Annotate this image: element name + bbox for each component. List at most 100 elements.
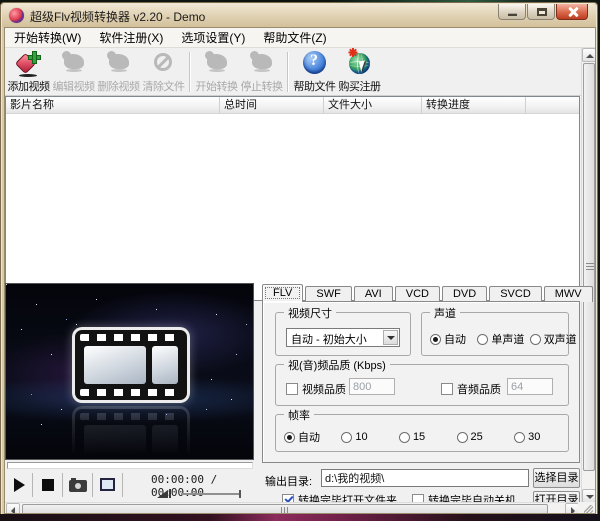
radio-channel-stereo[interactable]: 双声道 [530,331,577,347]
radio-fps-auto[interactable]: 自动 [284,429,320,445]
vertical-scrollbar[interactable] [581,48,595,503]
help-icon [302,50,328,77]
menu-register[interactable]: 软件注册(X) [90,28,172,48]
close-icon [568,7,578,17]
video-quality-checkbox[interactable]: 视频品质 [286,381,346,397]
menu-options[interactable]: 选项设置(Y) [172,28,254,48]
radio-icon [530,334,541,345]
tab-dvd[interactable]: DVD [442,286,487,302]
stop-button[interactable] [36,474,60,496]
play-button[interactable] [7,474,31,496]
column-header-duration[interactable]: 总时间 [220,97,324,114]
fullscreen-button[interactable] [96,474,120,496]
tab-mwv[interactable]: MWV [544,286,593,302]
radio-fps-25[interactable]: 25 [457,431,483,443]
tab-swf[interactable]: SWF [305,286,351,302]
player-controls: 00:00:00 / 00:00:00 [5,471,255,503]
radio-fps-25-label: 25 [471,431,483,443]
camera-icon [69,480,87,492]
delete-video-button[interactable]: 删除视频 [96,49,141,95]
channel-group: 声道 自动 单声道 双声道 [421,312,569,356]
menu-start-convert[interactable]: 开始转换(W) [5,28,90,48]
help-file-button[interactable]: 帮助文件 [292,49,337,95]
video-size-group-label: 视频尺寸 [284,305,336,321]
radio-channel-auto-label: 自动 [444,331,466,347]
radio-icon [457,432,468,443]
controls-separator [62,473,63,497]
start-convert-button[interactable]: 开始转换 [194,49,239,95]
seek-slider[interactable] [7,462,253,469]
volume-icon [157,490,168,498]
delete-video-label: 删除视频 [96,78,141,94]
snapshot-button[interactable] [66,474,90,496]
menu-help[interactable]: 帮助文件(Z) [254,28,335,48]
toolbar-separator [287,52,288,92]
buy-register-label: 购买注册 [337,78,382,94]
volume-slider[interactable] [181,493,241,495]
app-window: 超级Flv视频转换器 v2.20 - Demo 开始转换(W) 软件注册(X) … [0,2,598,516]
framerate-group: 帧率 自动 10 15 25 30 [275,414,569,452]
radio-channel-mono[interactable]: 单声道 [477,331,524,347]
column-header-size[interactable]: 文件大小 [324,97,422,114]
controls-separator [32,473,33,497]
maximize-button[interactable] [527,4,555,20]
help-file-label: 帮助文件 [292,78,337,94]
quality-group: 视(音)频品质 (Kbps) 视频品质 音频品质 [275,364,569,406]
checkbox-icon [441,383,453,395]
buy-register-button[interactable]: 购买注册 [337,49,382,95]
file-list-header: 影片名称 总时间 文件大小 转换进度 [6,97,579,114]
tab-flv[interactable]: FLV [262,284,303,302]
radio-fps-10[interactable]: 10 [341,431,367,443]
radio-icon [477,334,488,345]
scroll-up-button[interactable] [582,48,596,62]
video-preview [5,283,254,460]
tab-avi[interactable]: AVI [354,286,393,302]
minimize-button[interactable] [498,4,526,20]
edit-video-icon [61,50,87,77]
horizontal-scroll-thumb[interactable] [22,504,548,514]
column-header-name[interactable]: 影片名称 [6,97,220,114]
app-logo-icon [9,8,24,23]
tab-vcd[interactable]: VCD [395,286,440,302]
title-bar: 超级Flv视频转换器 v2.20 - Demo [2,4,596,27]
add-video-label: 添加视频 [6,78,51,94]
radio-icon [514,432,525,443]
chevron-down-icon [387,336,395,340]
format-tab-control: FLV SWF AVI VCD DVD SVCD MWV 视频尺寸 自动 - 初… [262,284,580,464]
close-button[interactable] [556,4,588,20]
checkbox-icon [286,383,298,395]
scroll-left-button[interactable] [6,503,20,514]
tab-svcd[interactable]: SVCD [489,286,542,302]
radio-fps-30[interactable]: 30 [514,431,540,443]
video-quality-input[interactable] [349,378,395,395]
video-size-group: 视频尺寸 自动 - 初始大小 [275,312,411,356]
column-header-progress[interactable]: 转换进度 [422,97,526,114]
video-size-dropdown[interactable]: 自动 - 初始大小 [286,328,400,347]
horizontal-scrollbar[interactable] [5,502,580,514]
file-list-body[interactable] [6,114,579,300]
clear-files-button[interactable]: 清除文件 [141,49,186,95]
radio-channel-mono-label: 单声道 [491,331,524,347]
vertical-scroll-thumb[interactable] [583,63,595,471]
edit-video-button[interactable]: 编辑视频 [51,49,96,95]
audio-quality-checkbox[interactable]: 音频品质 [441,381,501,397]
audio-quality-input[interactable] [507,378,553,395]
maximize-icon [537,8,547,16]
radio-fps-10-label: 10 [355,431,367,443]
scroll-right-button[interactable] [565,503,579,514]
file-list: 影片名称 总时间 文件大小 转换进度 [5,96,580,301]
dropdown-button[interactable] [383,330,398,345]
select-dir-button[interactable]: 选择目录 [533,468,580,488]
scroll-down-button[interactable] [582,489,596,503]
buy-register-icon [347,50,373,77]
edit-video-label: 编辑视频 [51,78,96,94]
stop-convert-button[interactable]: 停止转换 [239,49,284,95]
radio-fps-30-label: 30 [528,431,540,443]
radio-channel-auto[interactable]: 自动 [430,331,466,347]
desktop: 超级Flv视频转换器 v2.20 - Demo 开始转换(W) 软件注册(X) … [0,0,600,521]
resize-grip[interactable] [578,502,595,514]
add-video-button[interactable]: 添加视频 [6,49,51,95]
radio-fps-15[interactable]: 15 [399,431,425,443]
output-dir-input[interactable] [321,469,529,487]
channel-group-label: 声道 [430,305,460,321]
